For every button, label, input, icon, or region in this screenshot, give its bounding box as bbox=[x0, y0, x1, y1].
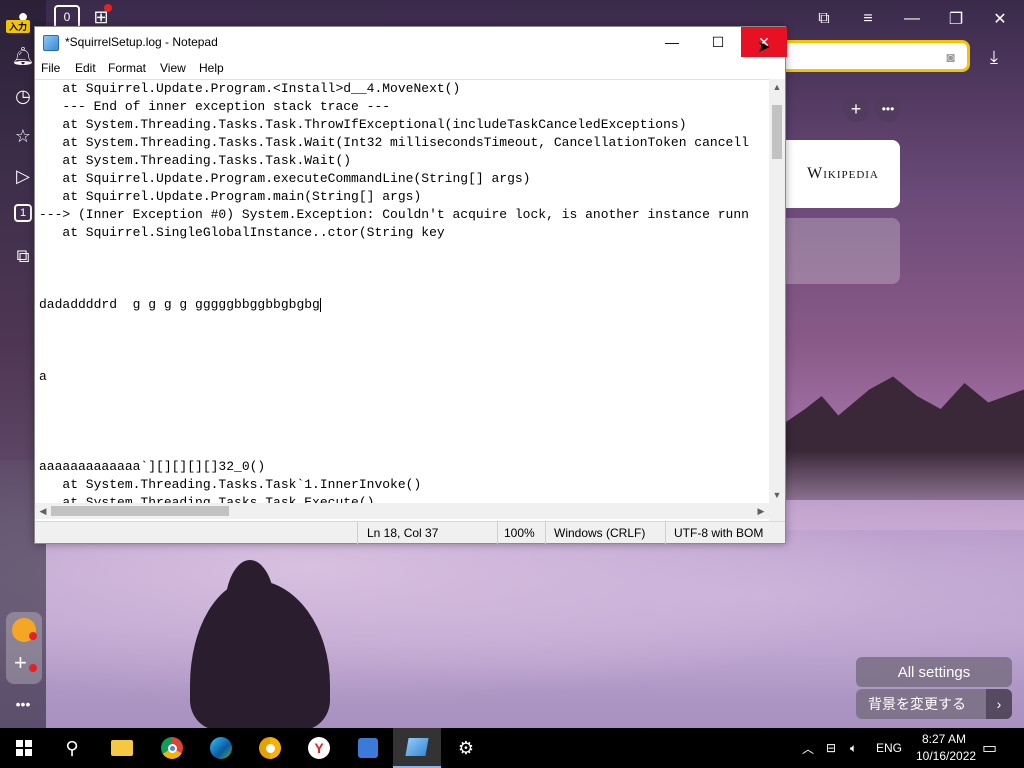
input-badge: 入力 bbox=[6, 20, 31, 33]
sidebar-app-group: + bbox=[6, 612, 42, 684]
play-icon[interactable]: ▷ bbox=[11, 164, 35, 188]
text-caret bbox=[319, 297, 321, 312]
text-line: ---> (Inner Exception #0) System.Excepti… bbox=[39, 207, 749, 222]
number-icon[interactable]: 1 bbox=[14, 204, 32, 222]
text-line: at System.Threading.Tasks.Task.ThrowIfEx… bbox=[39, 117, 687, 132]
mouse-cursor-icon: ➤ bbox=[757, 39, 771, 56]
current-line-text: dadaddddrd g g g g gggggbbggbbgbgbg bbox=[39, 297, 320, 312]
status-divider bbox=[357, 522, 358, 544]
text-line: at Squirrel.Update.Program.executeComman… bbox=[39, 171, 531, 186]
clock-date: 10/16/2022 bbox=[916, 749, 977, 763]
screenshot-icon[interactable]: ⧉ bbox=[11, 244, 35, 268]
notification-dot bbox=[29, 664, 37, 672]
minimize-icon[interactable]: — bbox=[901, 8, 923, 30]
text-line: at Squirrel.Update.Program.<Install>d__4… bbox=[39, 81, 461, 96]
notepad-icon bbox=[43, 35, 59, 51]
encoding: UTF-8 with BOM bbox=[674, 526, 764, 540]
tile-more-button[interactable]: ••• bbox=[875, 96, 901, 122]
bookmarks-icon[interactable]: ⧉ bbox=[813, 8, 835, 30]
close-icon[interactable]: ✕ bbox=[989, 8, 1011, 30]
status-divider bbox=[497, 522, 498, 544]
chrome-icon[interactable] bbox=[148, 728, 196, 768]
zoom-level: 100% bbox=[504, 526, 535, 540]
wikipedia-tile[interactable]: Wikipedia bbox=[786, 140, 900, 208]
horizontal-scroll-thumb[interactable] bbox=[51, 506, 229, 516]
line-ending: Windows (CRLF) bbox=[554, 526, 646, 540]
empty-tile[interactable] bbox=[786, 218, 900, 284]
clock-time: 8:27 AM bbox=[921, 732, 967, 746]
volume-icon[interactable]: 🔈︎ bbox=[850, 728, 857, 768]
notifications-icon[interactable]: ▭ bbox=[982, 728, 997, 768]
scroll-down-icon[interactable]: ▼ bbox=[769, 487, 785, 503]
clock[interactable]: 8:27 AM 10/16/2022 bbox=[916, 731, 977, 765]
bell-icon[interactable]: 🔔︎ bbox=[11, 44, 35, 68]
chrome-canary-icon[interactable] bbox=[246, 728, 294, 768]
text-line: at System.Threading.Tasks.Task.Wait(Int3… bbox=[39, 135, 749, 150]
tray-chevron-icon[interactable]: ︿ bbox=[802, 728, 814, 768]
scrollbar-corner bbox=[769, 503, 785, 519]
language-indicator[interactable]: ENG bbox=[876, 728, 902, 768]
scroll-up-icon[interactable]: ▲ bbox=[769, 79, 785, 95]
minimize-button[interactable]: — bbox=[649, 27, 695, 57]
text-line: --- End of inner exception stack trace -… bbox=[39, 99, 391, 114]
windows-icon bbox=[16, 740, 32, 756]
download-icon[interactable]: ⤓ bbox=[990, 47, 998, 68]
chevron-right-icon[interactable]: › bbox=[986, 689, 1012, 719]
text-line-current: dadaddddrd g g g g gggggbbggbbgbgbg bbox=[39, 296, 321, 314]
address-bar[interactable]: ◙ bbox=[786, 40, 970, 72]
settings-icon[interactable]: ⚙ bbox=[442, 728, 490, 768]
vertical-scrollbar[interactable]: ▲ ▼ bbox=[769, 79, 785, 530]
menu-view[interactable]: View bbox=[160, 61, 186, 75]
network-icon[interactable]: ⊟ bbox=[826, 728, 836, 768]
menu-icon[interactable]: ≡ bbox=[857, 8, 879, 30]
scroll-left-icon[interactable]: ◀ bbox=[35, 503, 51, 519]
text-line: aaaaaaaaaaaaa`][][][][]32_0() bbox=[39, 459, 266, 474]
star-icon[interactable]: ☆ bbox=[11, 124, 35, 148]
notification-dot bbox=[29, 632, 37, 640]
notepad-taskbar-icon[interactable] bbox=[393, 728, 441, 768]
menu-format[interactable]: Format bbox=[108, 61, 146, 75]
taskbar: ⚲ Y ⚙ ︿ ⊟ 🔈︎ ENG 8:27 AM 10/16/2022 ▭ bbox=[0, 728, 1024, 768]
text-line: a bbox=[39, 369, 47, 384]
text-line: at Squirrel.SingleGlobalInstance..ctor(S… bbox=[39, 225, 445, 240]
search-icon[interactable]: ⚲ bbox=[48, 728, 96, 768]
app-icon[interactable] bbox=[344, 728, 392, 768]
menu-edit[interactable]: Edit bbox=[75, 61, 96, 75]
maximize-button[interactable]: ☐ bbox=[695, 27, 741, 57]
vertical-scroll-thumb[interactable] bbox=[772, 105, 782, 159]
status-bar: Ln 18, Col 37 100% Windows (CRLF) UTF-8 … bbox=[35, 521, 785, 544]
camera-icon[interactable]: ◙ bbox=[947, 49, 955, 65]
notepad-window: *SquirrelSetup.log - Notepad — ☐ ✕ ➤ Fil… bbox=[34, 26, 787, 544]
scroll-right-icon[interactable]: ▶ bbox=[753, 503, 769, 519]
file-explorer-icon[interactable] bbox=[98, 728, 146, 768]
more-icon[interactable]: ••• bbox=[11, 692, 35, 716]
add-tile-button[interactable]: + bbox=[843, 96, 869, 122]
menu-help[interactable]: Help bbox=[199, 61, 224, 75]
window-title: *SquirrelSetup.log - Notepad bbox=[65, 35, 218, 49]
restore-icon[interactable]: ❐ bbox=[945, 8, 967, 30]
add-app-icon[interactable]: + bbox=[14, 650, 27, 676]
cursor-position: Ln 18, Col 37 bbox=[367, 526, 439, 540]
desktop-haze bbox=[786, 450, 1024, 530]
horizontal-scrollbar[interactable]: ◀ ▶ bbox=[35, 503, 769, 519]
edge-icon[interactable] bbox=[197, 728, 245, 768]
text-line: at Squirrel.Update.Program.main(String[]… bbox=[39, 189, 422, 204]
notepad-titlebar[interactable]: *SquirrelSetup.log - Notepad — ☐ ✕ ➤ bbox=[35, 27, 787, 59]
menu-file[interactable]: File bbox=[41, 61, 60, 75]
start-button[interactable] bbox=[0, 728, 48, 768]
browser-window-controls: ⧉ ≡ — ❐ ✕ bbox=[786, 0, 1024, 36]
status-divider bbox=[545, 522, 546, 544]
text-editor[interactable]: at Squirrel.Update.Program.<Install>d__4… bbox=[35, 79, 769, 530]
text-line: at System.Threading.Tasks.Task`1.InnerIn… bbox=[39, 477, 422, 492]
all-settings-button[interactable]: All settings bbox=[856, 657, 1012, 687]
text-line: at System.Threading.Tasks.Task.Wait() bbox=[39, 153, 352, 168]
yandex-browser-icon[interactable]: Y bbox=[295, 728, 343, 768]
history-icon[interactable]: ◷ bbox=[11, 84, 35, 108]
menu-bar: File Edit Format View Help bbox=[35, 59, 785, 79]
change-background-label: 背景を変更する bbox=[868, 696, 966, 712]
status-divider bbox=[665, 522, 666, 544]
notification-dot bbox=[104, 4, 112, 12]
change-background-button[interactable]: 背景を変更する › bbox=[856, 689, 1012, 719]
